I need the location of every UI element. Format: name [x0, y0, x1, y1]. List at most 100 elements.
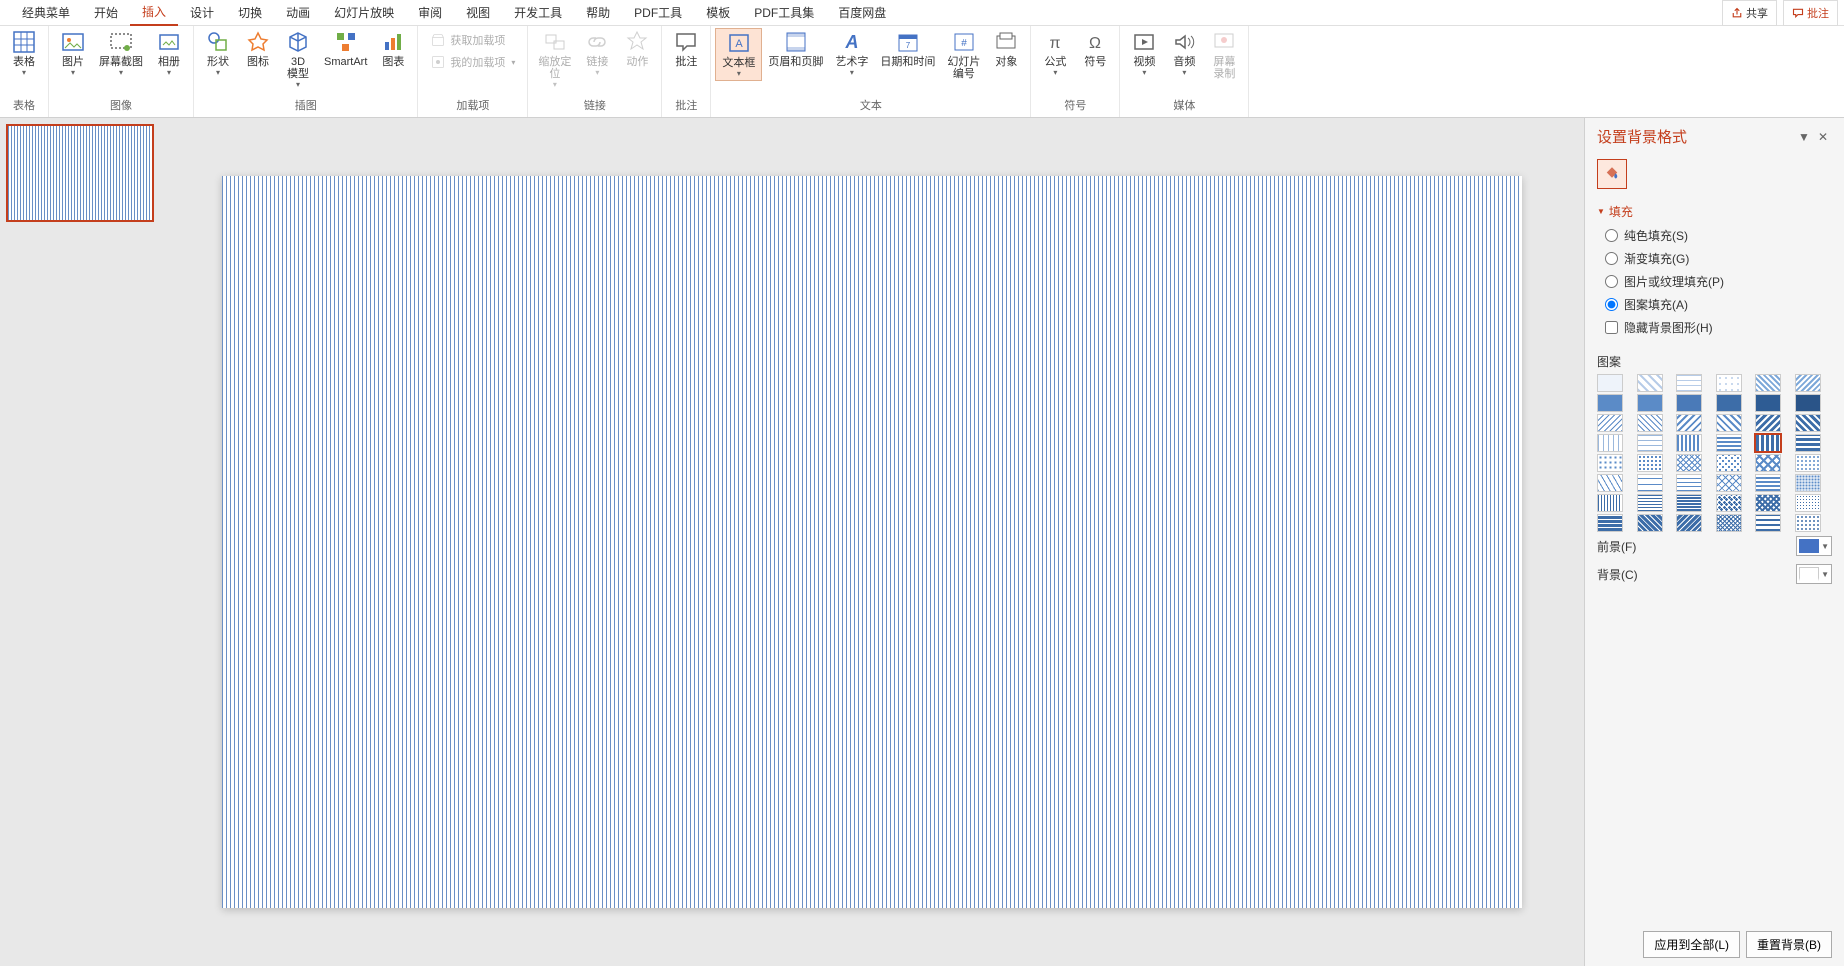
pattern-swatch-22[interactable]: [1755, 434, 1781, 452]
ribbon-headerfooter[interactable]: 页眉和页脚: [762, 28, 829, 70]
pattern-swatch-43[interactable]: [1637, 514, 1663, 532]
tab-PDF工具集[interactable]: PDF工具集: [742, 0, 826, 25]
foreground-color-picker[interactable]: ▼: [1796, 536, 1832, 556]
pane-dropdown-icon[interactable]: ▼: [1794, 130, 1814, 144]
ribbon-datetime[interactable]: 7日期和时间: [874, 28, 941, 70]
ribbon-audio[interactable]: 音频▾: [1164, 28, 1204, 79]
pattern-swatch-28[interactable]: [1755, 454, 1781, 472]
pattern-swatch-38[interactable]: [1676, 494, 1702, 512]
fill-radio-picture[interactable]: 图片或纹理填充(P): [1597, 270, 1832, 293]
tab-动画[interactable]: 动画: [274, 0, 322, 25]
hide-bg-checkbox-input[interactable]: [1605, 321, 1618, 334]
pattern-swatch-19[interactable]: [1637, 434, 1663, 452]
pattern-swatch-2[interactable]: [1676, 374, 1702, 392]
pattern-swatch-27[interactable]: [1716, 454, 1742, 472]
ribbon-album[interactable]: 相册▾: [149, 28, 189, 79]
tab-视图[interactable]: 视图: [454, 0, 502, 25]
fill-section-header[interactable]: ▼ 填充: [1597, 199, 1832, 224]
ribbon-equation[interactable]: π公式▾: [1035, 28, 1075, 79]
tab-切换[interactable]: 切换: [226, 0, 274, 25]
pattern-swatch-24[interactable]: [1597, 454, 1623, 472]
pattern-swatch-4[interactable]: [1755, 374, 1781, 392]
fill-radio-gradient[interactable]: 渐变填充(G): [1597, 247, 1832, 270]
pattern-swatch-16[interactable]: [1755, 414, 1781, 432]
pattern-swatch-10[interactable]: [1755, 394, 1781, 412]
pattern-swatch-5[interactable]: [1795, 374, 1821, 392]
pattern-swatch-29[interactable]: [1795, 454, 1821, 472]
pattern-swatch-42[interactable]: [1597, 514, 1623, 532]
pattern-swatch-45[interactable]: [1716, 514, 1742, 532]
share-button[interactable]: 共享: [1722, 0, 1777, 26]
pattern-swatch-30[interactable]: [1597, 474, 1623, 492]
pattern-swatch-3[interactable]: [1716, 374, 1742, 392]
pattern-swatch-44[interactable]: [1676, 514, 1702, 532]
ribbon-slidenumber[interactable]: #幻灯片 编号: [941, 28, 986, 82]
ribbon-textbox[interactable]: A文本框▾: [715, 28, 762, 81]
ribbon-object[interactable]: 对象: [986, 28, 1026, 70]
pattern-swatch-35[interactable]: [1795, 474, 1821, 492]
ribbon-screenshot[interactable]: 屏幕截图▾: [93, 28, 149, 79]
pattern-swatch-31[interactable]: [1637, 474, 1663, 492]
pattern-swatch-12[interactable]: [1597, 414, 1623, 432]
tab-PDF工具[interactable]: PDF工具: [622, 0, 694, 25]
pattern-swatch-13[interactable]: [1637, 414, 1663, 432]
pattern-swatch-1[interactable]: [1637, 374, 1663, 392]
pattern-swatch-18[interactable]: [1597, 434, 1623, 452]
tab-经典菜单[interactable]: 经典菜单: [10, 0, 82, 25]
tab-幻灯片放映[interactable]: 幻灯片放映: [322, 0, 406, 25]
pattern-swatch-14[interactable]: [1676, 414, 1702, 432]
pattern-swatch-15[interactable]: [1716, 414, 1742, 432]
tab-开发工具[interactable]: 开发工具: [502, 0, 574, 25]
pattern-swatch-46[interactable]: [1755, 514, 1781, 532]
ribbon-shapes[interactable]: 形状▾: [198, 28, 238, 79]
pattern-swatch-25[interactable]: [1637, 454, 1663, 472]
ribbon-symbol[interactable]: Ω符号: [1075, 28, 1115, 70]
comments-button[interactable]: 批注: [1783, 0, 1838, 26]
ribbon-cube[interactable]: 3D 模型▾: [278, 28, 318, 91]
pattern-swatch-47[interactable]: [1795, 514, 1821, 532]
tab-开始[interactable]: 开始: [82, 0, 130, 25]
slide-thumbnail-1[interactable]: [6, 124, 154, 222]
tab-插入[interactable]: 插入: [130, 0, 178, 26]
thumbnail-pane[interactable]: [0, 118, 160, 966]
pattern-swatch-40[interactable]: [1755, 494, 1781, 512]
tab-审阅[interactable]: 审阅: [406, 0, 454, 25]
slide-canvas[interactable]: [222, 176, 1522, 907]
pattern-swatch-39[interactable]: [1716, 494, 1742, 512]
background-color-picker[interactable]: ▼: [1796, 564, 1832, 584]
ribbon-chart[interactable]: 图表: [373, 28, 413, 70]
ribbon-wordart[interactable]: A艺术字▾: [829, 28, 874, 79]
reset-background-button[interactable]: 重置背景(B): [1746, 931, 1832, 958]
fill-radio-solid[interactable]: 纯色填充(S): [1597, 224, 1832, 247]
ribbon-smartart[interactable]: SmartArt: [318, 28, 373, 70]
hide-bg-graphics-checkbox[interactable]: 隐藏背景图形(H): [1597, 316, 1832, 339]
ribbon-picture[interactable]: 图片▾: [53, 28, 93, 79]
tab-模板[interactable]: 模板: [694, 0, 742, 25]
tab-帮助[interactable]: 帮助: [574, 0, 622, 25]
pattern-swatch-41[interactable]: [1795, 494, 1821, 512]
ribbon-video[interactable]: 视频▾: [1124, 28, 1164, 79]
pattern-swatch-21[interactable]: [1716, 434, 1742, 452]
pattern-swatch-8[interactable]: [1676, 394, 1702, 412]
pattern-swatch-23[interactable]: [1795, 434, 1821, 452]
radio-input[interactable]: [1605, 229, 1618, 242]
pattern-swatch-37[interactable]: [1637, 494, 1663, 512]
ribbon-icons[interactable]: 图标: [238, 28, 278, 70]
ribbon-comment[interactable]: 批注: [666, 28, 706, 70]
pattern-swatch-26[interactable]: [1676, 454, 1702, 472]
apply-all-button[interactable]: 应用到全部(L): [1643, 931, 1740, 958]
pattern-swatch-34[interactable]: [1755, 474, 1781, 492]
radio-input[interactable]: [1605, 298, 1618, 311]
tab-设计[interactable]: 设计: [178, 0, 226, 25]
pattern-swatch-0[interactable]: [1597, 374, 1623, 392]
pattern-swatch-7[interactable]: [1637, 394, 1663, 412]
tab-百度网盘[interactable]: 百度网盘: [826, 0, 898, 25]
pattern-swatch-36[interactable]: [1597, 494, 1623, 512]
pattern-swatch-9[interactable]: [1716, 394, 1742, 412]
pattern-swatch-11[interactable]: [1795, 394, 1821, 412]
fill-radio-pattern[interactable]: 图案填充(A): [1597, 293, 1832, 316]
pattern-swatch-33[interactable]: [1716, 474, 1742, 492]
pattern-swatch-6[interactable]: [1597, 394, 1623, 412]
pattern-swatch-32[interactable]: [1676, 474, 1702, 492]
pattern-swatch-20[interactable]: [1676, 434, 1702, 452]
